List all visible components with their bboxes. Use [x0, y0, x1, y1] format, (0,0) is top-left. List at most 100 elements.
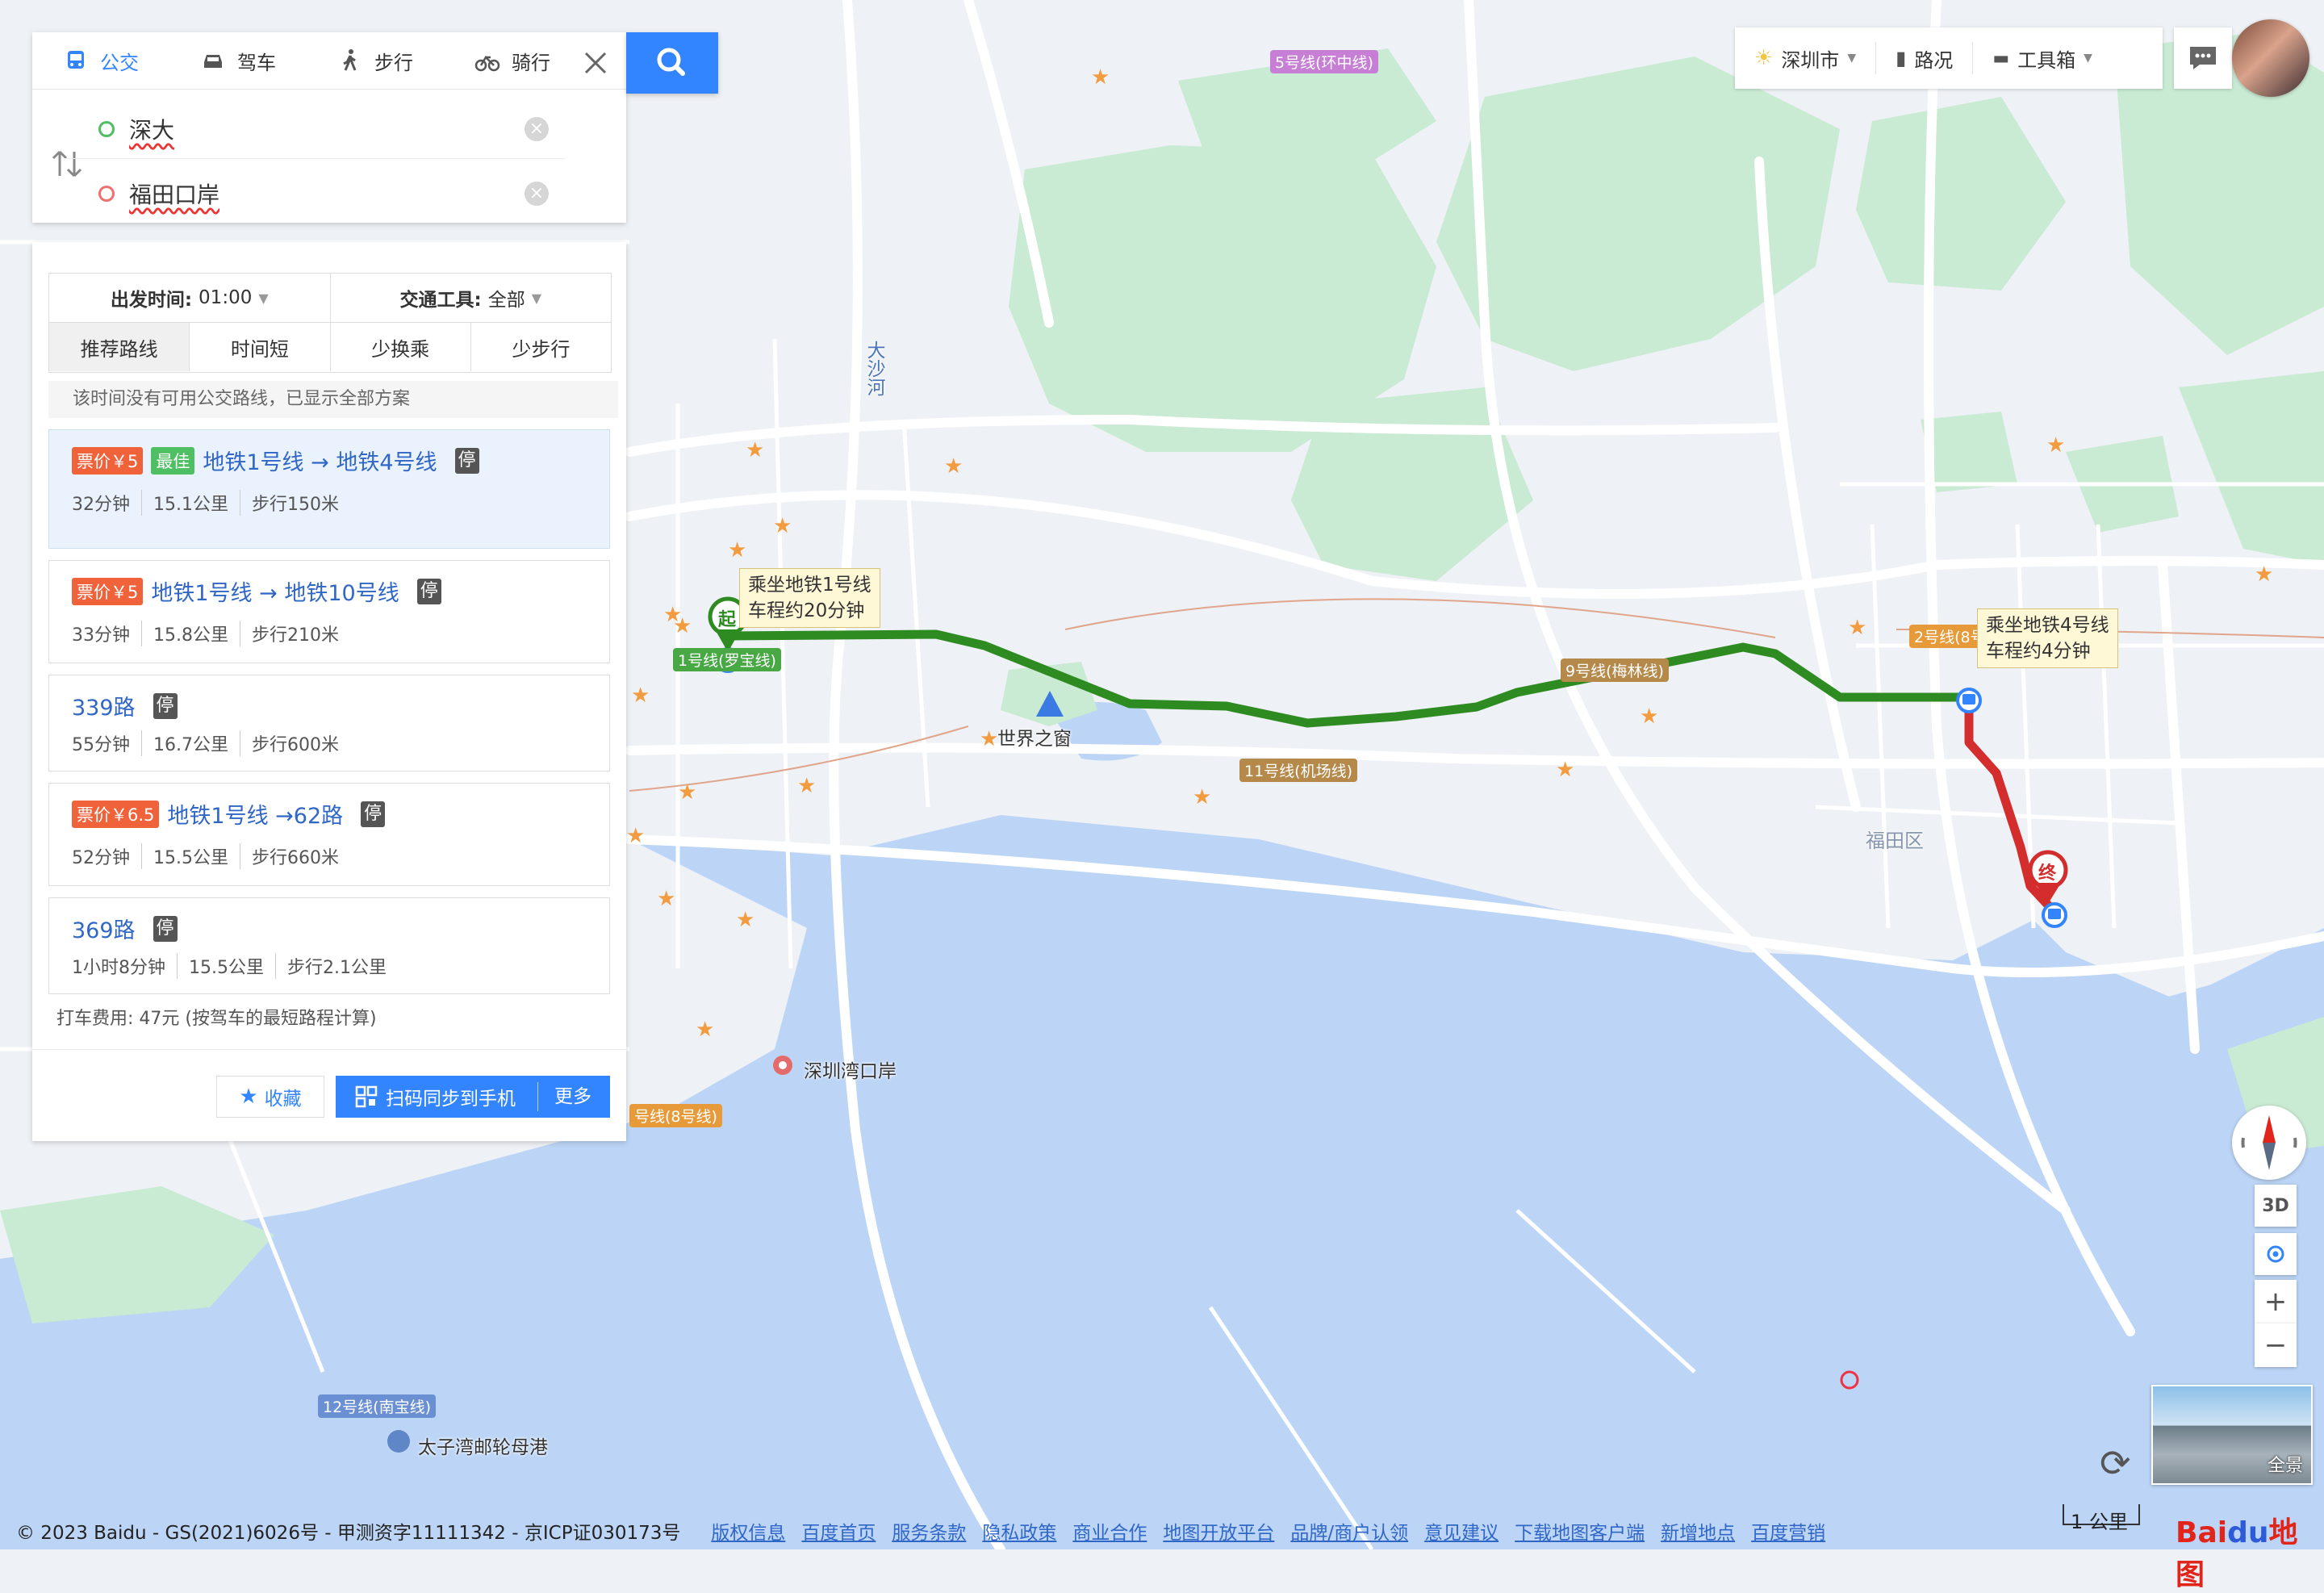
svg-text:★: ★ — [673, 614, 692, 638]
metro-label-line1: 1号线(罗宝线) — [673, 648, 781, 671]
route-walk: 步行210米 — [240, 621, 350, 646]
tab-transit-label: 公交 — [100, 51, 139, 74]
qr-code-icon — [355, 1085, 378, 1108]
tab-bike[interactable]: 骑行 — [444, 47, 581, 75]
baidu-map-logo: Baidu地图 — [2176, 1509, 2324, 1593]
route-distance: 15.5公里 — [141, 843, 240, 869]
tab-transit[interactable]: 公交 — [32, 47, 169, 75]
transfer-station-marker[interactable] — [1956, 688, 1982, 713]
route-distance: 16.7公里 — [141, 730, 240, 756]
footer-link-copyright[interactable]: 版权信息 — [703, 1517, 793, 1545]
fare-badge: 票价￥6.5 — [72, 800, 160, 828]
footer-link-add-place[interactable]: 新增地点 — [1653, 1517, 1743, 1545]
logo-text-a: Bai — [2176, 1516, 2228, 1549]
route-card[interactable]: 339路 停 55分钟 16.7公里 步行600米 — [48, 675, 610, 771]
toolbox-icon: ▬ — [1992, 48, 2010, 69]
message-button[interactable] — [2174, 27, 2232, 89]
sun-weather-icon: ☀ — [1754, 46, 1774, 70]
depart-time-dropdown[interactable]: 出发时间: 01:00 ▼ — [49, 274, 330, 322]
traffic-button[interactable]: ▮ 路况 — [1875, 42, 1972, 74]
tab-drive[interactable]: 驾车 — [169, 47, 307, 75]
svg-text:★: ★ — [2046, 433, 2065, 458]
search-button[interactable] — [626, 32, 718, 94]
route-title: 地铁1号线 →62路 — [167, 804, 344, 829]
favorite-button[interactable]: ★ 收藏 — [216, 1076, 324, 1118]
stop-badge: 停 — [153, 692, 178, 719]
footer-link-open-platform[interactable]: 地图开放平台 — [1155, 1517, 1282, 1545]
compass-control[interactable] — [2232, 1106, 2306, 1180]
metro-label-line8: 号线(8号线) — [629, 1104, 722, 1127]
toolbox-label: 工具箱 — [2017, 48, 2076, 72]
more-button[interactable]: 更多 — [537, 1082, 591, 1111]
route-duration: 1小时8分钟 — [72, 958, 165, 978]
route-duration: 52分钟 — [72, 848, 130, 868]
route-duration: 33分钟 — [72, 625, 130, 646]
route-card[interactable]: 票价￥5 最佳 地铁1号线 → 地铁4号线 停 32分钟 15.1公里 步行15… — [48, 429, 610, 549]
traffic-light-icon: ▮ — [1896, 47, 1907, 69]
route-walk: 步行150米 — [240, 490, 350, 516]
tab-walk-label: 步行 — [374, 51, 413, 74]
clear-origin-icon[interactable]: × — [525, 117, 549, 141]
destination-value: 福田口岸 — [129, 182, 220, 208]
taxi-fare-note: 打车费用: 47元 (按驾车的最短路程计算) — [56, 1009, 377, 1029]
svg-text:★: ★ — [728, 538, 746, 562]
route-card[interactable]: 票价￥5 地铁1号线 → 地铁10号线 停 33分钟 15.8公里 步行210米 — [48, 560, 610, 663]
destination-dot-icon — [98, 186, 115, 202]
vehicle-dropdown[interactable]: 交通工具: 全部 ▼ — [329, 274, 612, 322]
tab-recommended[interactable]: 推荐路线 — [49, 323, 190, 371]
route-title: 369路 — [72, 918, 136, 943]
travel-mode-tabs: 公交 驾车 步行 骑行 — [32, 32, 626, 90]
user-avatar[interactable] — [2232, 19, 2309, 97]
end-station-marker[interactable] — [2042, 902, 2067, 928]
refresh-icon[interactable]: ⟳ — [2100, 1441, 2131, 1485]
route-card[interactable]: 369路 停 1小时8分钟 15.5公里 步行2.1公里 — [48, 897, 610, 994]
tab-bike-label: 骑行 — [512, 51, 550, 74]
svg-text:★: ★ — [1640, 705, 1658, 729]
route-filter-bar: 出发时间: 01:00 ▼ 交通工具: 全部 ▼ 推荐路线 时间短 少换乘 少步… — [48, 273, 612, 373]
depart-time-value: 01:00 — [199, 287, 253, 308]
route-card[interactable]: 票价￥6.5 地铁1号线 →62路 停 52分钟 15.5公里 步行660米 — [48, 783, 610, 886]
clear-destination-icon[interactable]: × — [525, 182, 549, 206]
footer-link-baidu-home[interactable]: 百度首页 — [793, 1517, 884, 1545]
tab-walk[interactable]: 步行 — [307, 47, 444, 75]
toolbox-button[interactable]: ▬ 工具箱 ▼ — [1972, 42, 2112, 74]
tab-shortest-time[interactable]: 时间短 — [189, 323, 329, 371]
footer-link-marketing[interactable]: 百度营销 — [1743, 1517, 1833, 1545]
footer-link-privacy[interactable]: 隐私政策 — [974, 1517, 1064, 1545]
locate-button[interactable] — [2255, 1233, 2297, 1275]
route-walk: 步行2.1公里 — [275, 953, 398, 979]
city-selector[interactable]: ☀ 深圳市 ▼ — [1735, 42, 1875, 74]
stop-badge: 停 — [454, 447, 479, 474]
end-pin-label: 终 — [2038, 863, 2057, 884]
sync-to-phone-button[interactable]: 扫码同步到手机 更多 — [336, 1076, 610, 1118]
chevron-down-icon: ▼ — [531, 290, 541, 306]
close-icon[interactable] — [581, 48, 610, 77]
place-label-futian: 福田区 — [1866, 830, 1924, 852]
svg-text:★: ★ — [678, 780, 696, 805]
tab-least-walking[interactable]: 少步行 — [470, 323, 611, 371]
svg-text:★: ★ — [626, 824, 645, 848]
callout-line1-text: 乘坐地铁1号线 — [748, 575, 872, 596]
svg-text:★: ★ — [631, 684, 650, 708]
stop-badge: 停 — [416, 578, 441, 604]
footer-link-download[interactable]: 下载地图客户端 — [1507, 1517, 1653, 1545]
footer-link-business[interactable]: 商业合作 — [1064, 1517, 1155, 1545]
panorama-thumbnail[interactable]: 全景 — [2151, 1385, 2313, 1485]
city-label: 深圳市 — [1781, 48, 1840, 72]
svg-text:★: ★ — [1848, 616, 1866, 640]
metro-label-line11: 11号线(机场线) — [1239, 759, 1358, 782]
no-route-notice: 该时间没有可用公交路线，已显示全部方案 — [48, 381, 618, 418]
origin-dot-icon — [98, 121, 115, 137]
tab-fewest-transfers[interactable]: 少换乘 — [329, 323, 470, 371]
footer-link-merchant[interactable]: 品牌/商户认领 — [1282, 1517, 1416, 1545]
origin-field[interactable]: 深大 × — [65, 100, 565, 159]
zoom-in-button[interactable]: + — [2255, 1280, 2297, 1323]
place-label-shenzhen-bay-port: 深圳湾口岸 — [804, 1061, 897, 1082]
destination-field[interactable]: 福田口岸 × — [65, 165, 565, 223]
zoom-out-button[interactable]: − — [2255, 1323, 2297, 1367]
footer-link-feedback[interactable]: 意见建议 — [1416, 1517, 1507, 1545]
chat-icon — [2190, 47, 2216, 69]
3d-toggle-button[interactable]: 3D — [2255, 1185, 2297, 1227]
route-distance: 15.5公里 — [177, 953, 275, 979]
footer-link-terms[interactable]: 服务条款 — [884, 1517, 974, 1545]
